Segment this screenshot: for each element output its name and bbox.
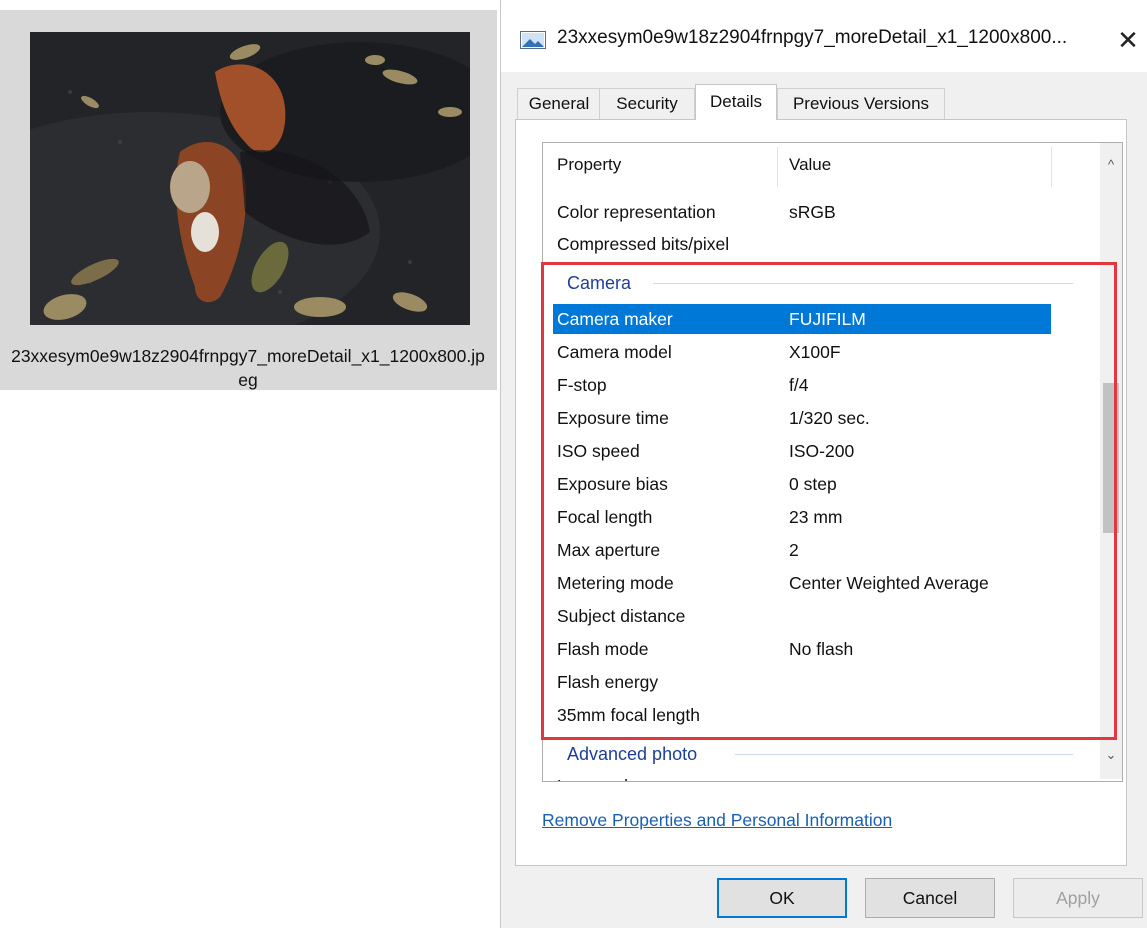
list-item[interactable]: Exposure time 1/320 sec. — [553, 403, 1051, 433]
tab-previous-versions[interactable]: Previous Versions — [777, 88, 945, 119]
property-value: 2 — [789, 540, 799, 560]
property-name: 35mm focal length — [557, 705, 700, 725]
property-value: f/4 — [789, 375, 809, 395]
column-header-property[interactable]: Property — [557, 143, 621, 187]
details-panel: Property Value Color representation sRGB… — [515, 119, 1127, 866]
tab-strip: General Security Details Previous Versio… — [517, 84, 1117, 120]
tab-details[interactable]: Details — [695, 84, 777, 120]
column-divider[interactable] — [777, 147, 778, 187]
property-name: Lens maker — [557, 771, 648, 781]
scrollbar-thumb[interactable] — [1103, 383, 1119, 533]
group-label: Advanced photo — [567, 744, 698, 764]
image-file-icon — [520, 31, 546, 49]
property-value: 23 mm — [789, 507, 843, 527]
close-icon[interactable]: ✕ — [1113, 22, 1143, 58]
vertical-scrollbar[interactable]: ^ ⌄ — [1100, 143, 1122, 779]
list-item[interactable]: Camera model X100F — [553, 337, 1051, 367]
property-name: Exposure bias — [557, 474, 668, 494]
property-name: Focal length — [557, 507, 653, 527]
selected-file-tile[interactable]: 23xxesym0e9w18z2904frnpgy7_moreDetail_x1… — [0, 10, 497, 390]
property-name: Subject distance — [557, 606, 686, 626]
property-name: Max aperture — [557, 540, 661, 560]
property-value: No flash — [789, 639, 854, 659]
property-name: Camera model — [557, 342, 672, 362]
property-value: X100F — [789, 342, 841, 362]
dialog-title: 23xxesym0e9w18z2904frnpgy7_moreDetail_x1… — [557, 27, 1068, 48]
apply-button[interactable]: Apply — [1013, 878, 1143, 918]
group-header-camera: Camera — [553, 266, 1073, 300]
file-name-label: 23xxesym0e9w18z2904frnpgy7_moreDetail_x1… — [11, 346, 485, 390]
property-value: 1/320 sec. — [789, 408, 870, 428]
column-divider[interactable] — [1051, 147, 1052, 187]
property-list[interactable]: Property Value Color representation sRGB… — [542, 142, 1123, 782]
list-item[interactable]: Exposure bias 0 step — [553, 469, 1051, 499]
property-name: Compressed bits/pixel — [557, 234, 730, 254]
group-label: Camera — [567, 273, 632, 293]
list-item[interactable]: Color representation sRGB — [553, 197, 1051, 227]
property-name: Metering mode — [557, 573, 674, 593]
property-value: Center Weighted Average — [789, 573, 989, 593]
property-name: ISO speed — [557, 441, 640, 461]
property-name: Flash mode — [557, 639, 649, 659]
property-name: Color representation — [557, 202, 716, 222]
scroll-up-icon[interactable]: ^ — [1100, 151, 1122, 179]
property-value: sRGB — [789, 202, 836, 222]
property-name: Flash energy — [557, 672, 659, 692]
property-value: 0 step — [789, 474, 837, 494]
tab-general[interactable]: General — [517, 88, 601, 119]
list-item[interactable]: Compressed bits/pixel — [553, 229, 1051, 259]
property-name: Camera maker — [557, 309, 673, 329]
list-item[interactable]: Flash energy — [553, 667, 1051, 697]
list-item[interactable]: Focal length 23 mm — [553, 502, 1051, 532]
list-item[interactable]: ISO speed ISO-200 — [553, 436, 1051, 466]
list-item[interactable]: 35mm focal length — [553, 700, 1051, 730]
remove-properties-link[interactable]: Remove Properties and Personal Informati… — [542, 810, 892, 831]
list-header: Property Value — [543, 143, 1103, 187]
list-item[interactable]: Metering mode Center Weighted Average — [553, 568, 1051, 598]
cancel-button[interactable]: Cancel — [865, 878, 995, 918]
list-item-selected[interactable]: Camera maker FUJIFILM — [553, 304, 1051, 334]
image-thumbnail — [30, 32, 470, 325]
property-name: F-stop — [557, 375, 607, 395]
property-value: ISO-200 — [789, 441, 855, 461]
ok-button[interactable]: OK — [717, 878, 847, 918]
property-value: FUJIFILM — [789, 309, 866, 329]
list-item[interactable]: Flash mode No flash — [553, 634, 1051, 664]
properties-dialog: 23xxesym0e9w18z2904frnpgy7_moreDetail_x1… — [500, 0, 1147, 928]
property-name: Exposure time — [557, 408, 669, 428]
list-item[interactable]: Max aperture 2 — [553, 535, 1051, 565]
group-divider — [735, 754, 1073, 755]
column-header-value[interactable]: Value — [789, 143, 831, 187]
list-item[interactable]: F-stop f/4 — [553, 370, 1051, 400]
tab-security[interactable]: Security — [599, 88, 695, 119]
scroll-down-icon[interactable]: ⌄ — [1100, 741, 1122, 769]
list-item[interactable]: Lens maker — [553, 771, 1051, 781]
list-item[interactable]: Subject distance — [553, 601, 1051, 631]
title-bar[interactable]: 23xxesym0e9w18z2904frnpgy7_moreDetail_x1… — [501, 0, 1147, 72]
group-divider — [653, 283, 1073, 284]
group-header-advanced-photo: Advanced photo — [553, 737, 1073, 771]
squirrel-photo — [30, 32, 470, 325]
